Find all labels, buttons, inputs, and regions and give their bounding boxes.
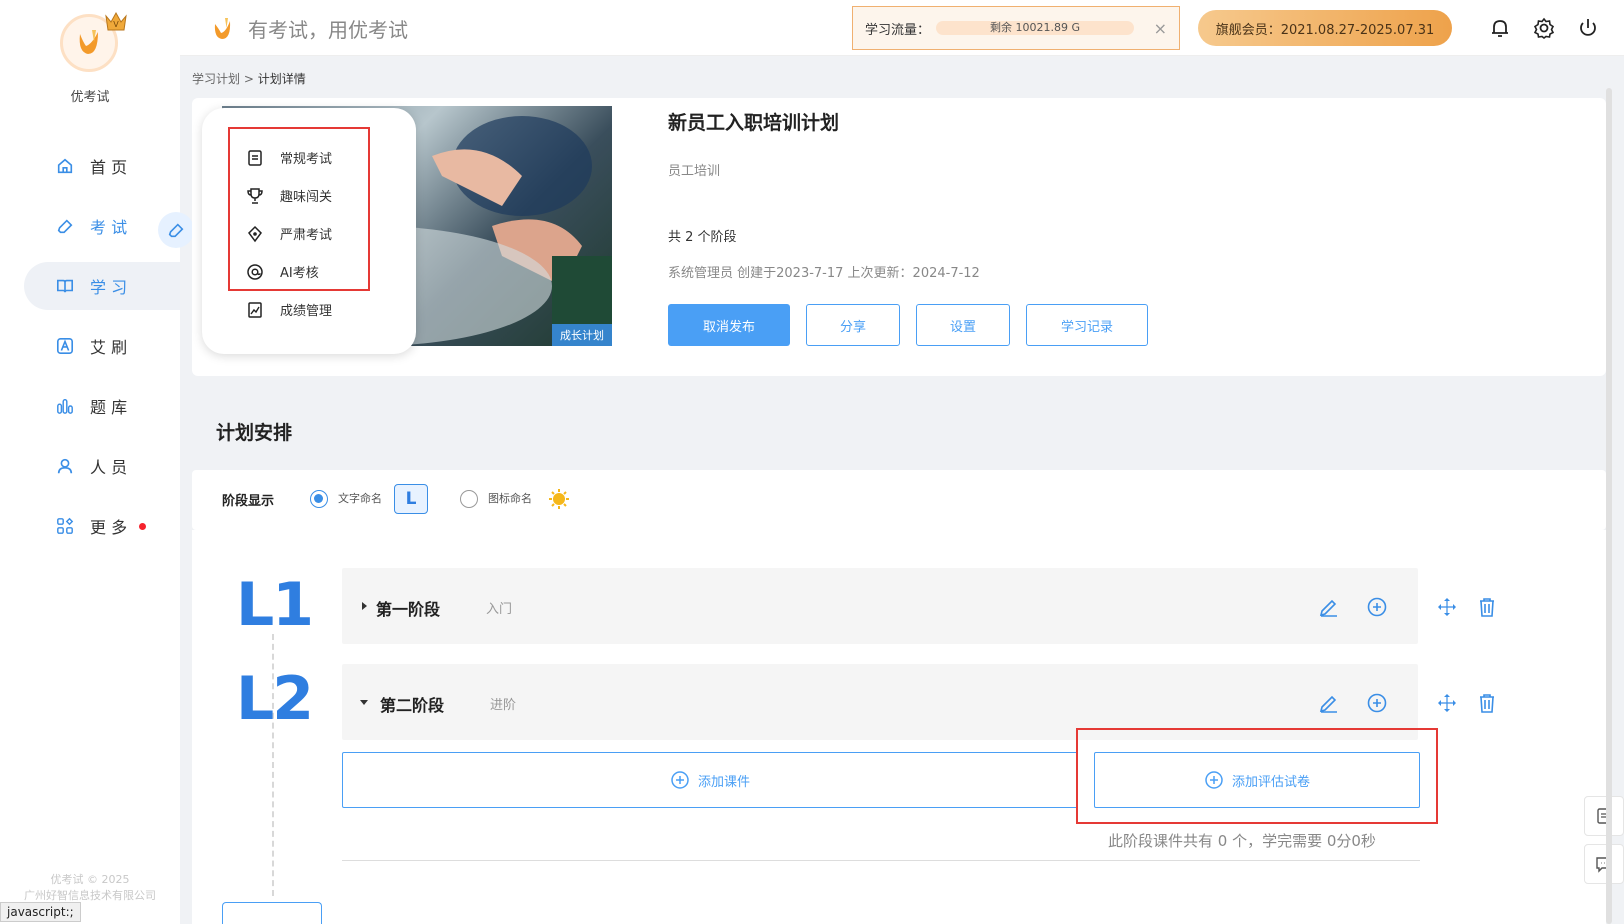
edit-icon[interactable] [1318,596,1340,618]
power-icon[interactable] [1576,16,1600,40]
plan-badge: 成长计划 [552,324,612,346]
breadcrumb: 学习计划 > 计划详情 [192,70,306,87]
divider [342,860,1420,861]
sidebar-item-label: 人 员 [90,458,128,477]
eraser-icon [57,219,73,234]
plan-category: 员工培训 [668,164,721,179]
stage-subtitle: 进阶 [490,698,517,713]
menu-item-score-management[interactable]: 成绩管理 [246,300,332,319]
sidebar-item-label: 更 多 [90,518,128,537]
section-title: 计划安排 [216,422,293,444]
svg-text:V: V [113,20,119,29]
sidebar-item-label: 学 习 [90,278,128,297]
app-name: 优考试 [70,90,110,105]
add-course-button[interactable]: 添加课件 [342,752,1078,808]
sidebar-item-more[interactable]: 更 多 [24,502,180,550]
plan-title: 新员工入职培训计划 [668,112,840,134]
l-badge: L [394,484,428,514]
records-button[interactable]: 学习记录 [1026,304,1148,346]
home-icon [57,158,73,174]
book-icon [56,279,74,293]
add-circle-icon[interactable] [1366,692,1388,714]
score-icon [248,301,262,318]
unpublish-button[interactable]: 取消发布 [668,304,790,346]
sidebar-item-people[interactable]: 人 员 [24,442,180,490]
sidebar-footer: 优考试 © 2025 广州好智信息技术有限公司 [0,872,180,904]
close-icon[interactable]: × [1154,19,1167,38]
breadcrumb-current: 计划详情 [257,72,306,86]
traffic-notice: 学习流量： 剩余 10021.89 G × [852,6,1180,50]
sidebar-item-exam[interactable]: 考 试 [24,202,180,250]
stage-name: 第二阶段 [380,696,445,715]
user-icon [57,458,73,474]
vip-crown-icon: V [105,11,127,31]
radio-icon-naming-label: 图标命名 [488,492,532,505]
status-bar-url: javascript:; [0,902,81,922]
sidebar-item-home[interactable]: 首 页 [24,142,180,190]
move-icon[interactable] [1436,692,1458,714]
add-circle-icon [671,771,689,789]
top-bar: 有考试，用优考试 学习流量： 剩余 10021.89 G × 旗舰会员：2021… [180,0,1624,56]
caret-down-icon[interactable] [360,700,368,705]
trash-icon[interactable] [1476,596,1498,618]
stage-number: L2 [236,664,314,734]
radio-text-naming[interactable] [310,490,328,508]
add-circle-icon[interactable] [1366,596,1388,618]
breadcrumb-parent[interactable]: 学习计划 [192,72,240,86]
stage-info: 此阶段课件共有 0 个，学完需要 0分0秒 [1108,832,1376,850]
plan-stage-count: 共 2 个阶段 [668,230,737,245]
traffic-label: 学习流量： [865,22,931,38]
sidebar-item-label: 首 页 [90,158,128,177]
sidebar-item-bank[interactable]: 题 库 [24,382,180,430]
traffic-remaining: 剩余 10021.89 G [936,21,1135,35]
eraser-icon [168,223,184,238]
a-badge-icon [56,337,74,355]
add-course-label: 添加课件 [697,774,750,790]
sun-icon [549,489,569,509]
exam-hover-indicator[interactable] [158,212,194,248]
highlight-box [1076,728,1438,824]
app-logo[interactable]: V [60,11,127,74]
move-icon[interactable] [1436,596,1458,618]
add-stage-button[interactable] [222,902,322,924]
brand-mark-icon [214,17,231,39]
trash-icon[interactable] [1476,692,1498,714]
apps-icon [57,517,74,534]
member-badge[interactable]: 旗舰会员：2021.08.27-2025.07.31 [1198,10,1452,46]
float-notes-button[interactable] [1584,796,1624,836]
highlight-box [228,127,370,291]
notification-dot [139,522,147,530]
settings-button[interactable]: 设置 [916,304,1010,346]
slogan-text: 有考试，用优考试 [248,18,408,42]
radio-icon-naming[interactable] [460,490,478,508]
slogan: 有考试，用优考试 [212,14,408,43]
sidebar-nav: 首 页 考 试 学 习 艾 刷 题 库 人 员 更 多 [24,142,180,562]
stage-subtitle: 入门 [486,602,513,617]
caret-right-icon[interactable] [362,602,367,610]
edit-icon[interactable] [1318,692,1340,714]
copyright-text: 优考试 © 2025 [50,873,130,886]
sidebar-item-label: 艾 刷 [90,338,128,357]
sidebar-item-label: 考 试 [90,218,128,237]
stage-name: 第一阶段 [376,600,441,619]
breadcrumb-separator: > [240,72,258,86]
radio-text-naming-label: 文字命名 [338,492,382,505]
sidebar-item-aishua[interactable]: 艾 刷 [24,322,180,370]
menu-item-label: 成绩管理 [280,304,333,319]
sidebar-item-study[interactable]: 学 习 [24,262,180,310]
bar-chart-icon [57,398,73,414]
scrollbar[interactable] [1606,88,1612,924]
share-button[interactable]: 分享 [806,304,900,346]
stage-number: L1 [236,570,314,640]
bell-icon[interactable] [1488,16,1512,40]
float-chat-button[interactable] [1584,844,1624,884]
stage-display-label: 阶段显示 [222,494,275,509]
sidebar-item-label: 题 库 [90,398,128,417]
plan-meta: 系统管理员 创建于2023-7-17 上次更新：2024-7-12 [668,266,980,281]
sidebar: V 优考试 首 页 考 试 学 习 艾 刷 题 库 人 员 更 多 优考试 © … [0,0,180,924]
gear-icon[interactable] [1532,16,1556,40]
